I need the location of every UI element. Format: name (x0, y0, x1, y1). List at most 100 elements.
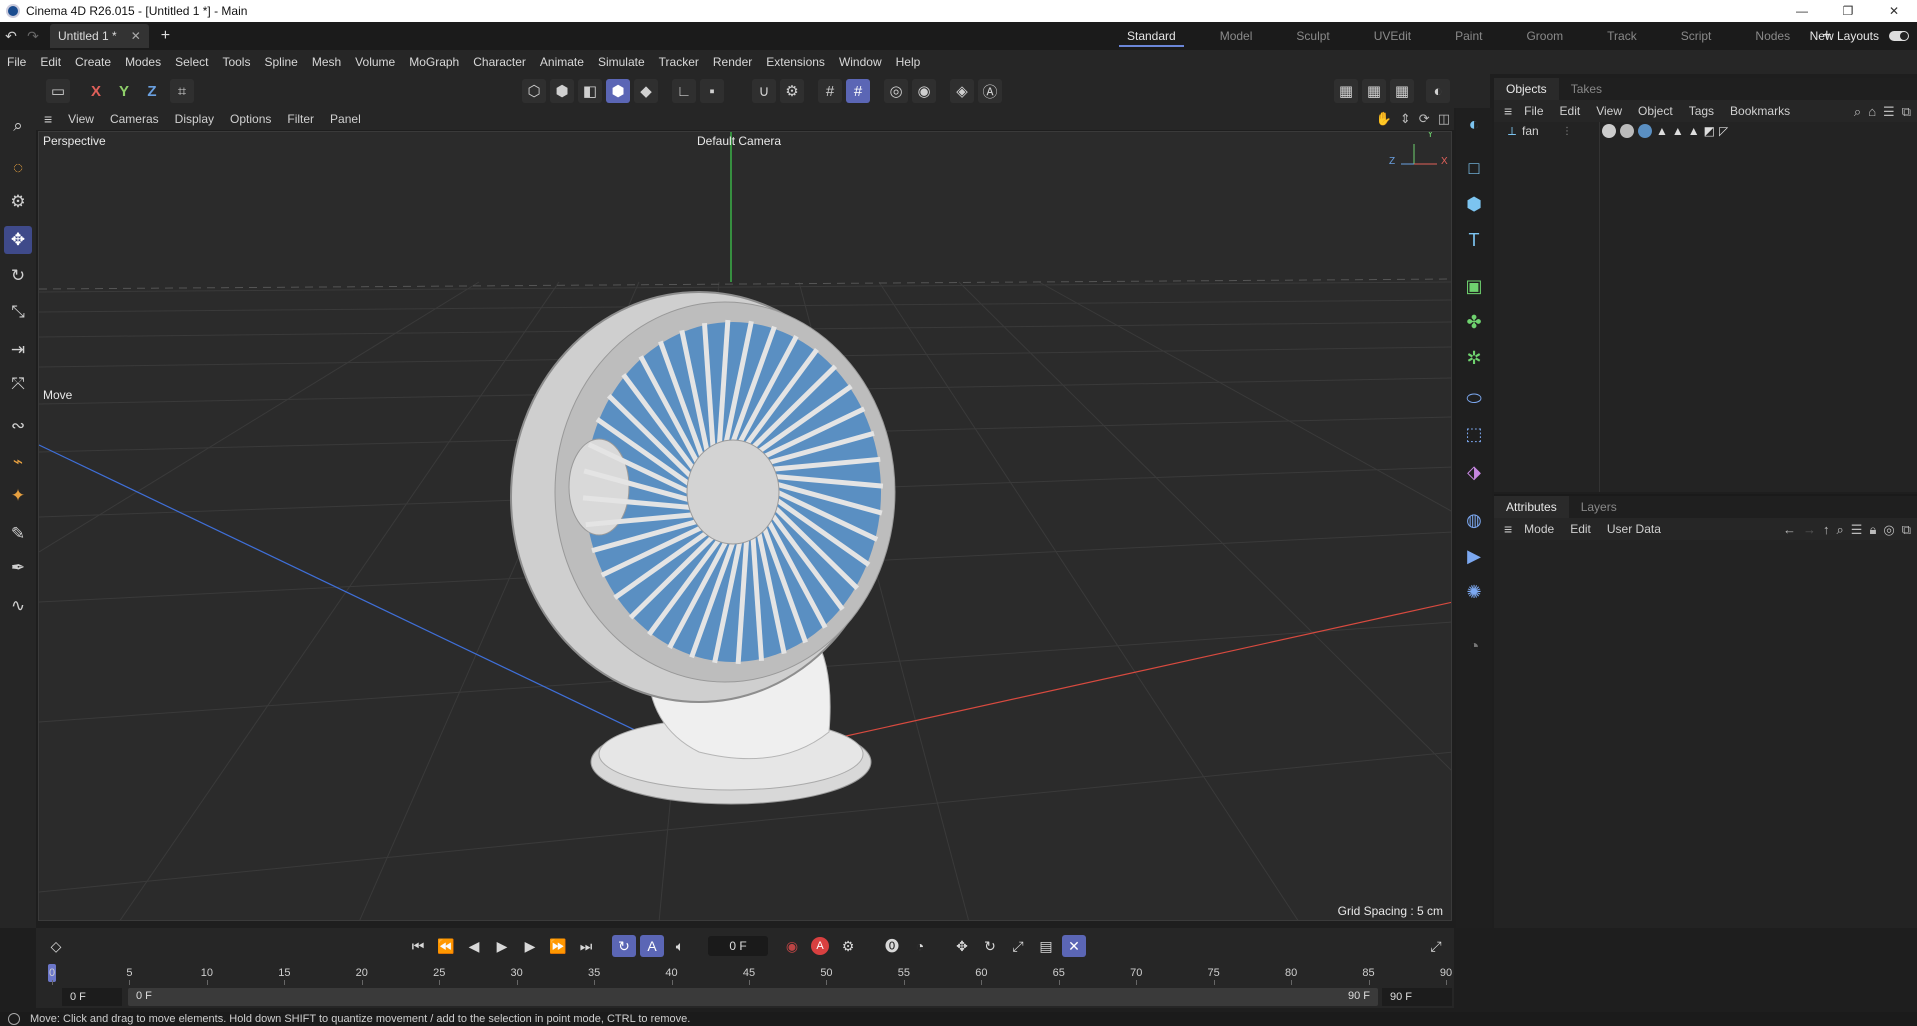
phong-tag-icon[interactable]: ▲ (1672, 124, 1684, 138)
keyframe-settings-icon[interactable]: ⚙ (836, 935, 860, 957)
generator-icon[interactable]: ⬗ (1460, 458, 1488, 486)
current-frame-field[interactable]: 0 F (708, 936, 768, 956)
key-position-icon[interactable]: ✥ (950, 935, 974, 957)
axis-mode-icon[interactable]: ∟ (672, 79, 696, 103)
phong-tag-icon[interactable]: ▲ (1688, 124, 1700, 138)
dolly-view-icon[interactable]: ⇕ (1400, 111, 1411, 127)
menu-select[interactable]: Select (168, 55, 215, 69)
field-icon[interactable]: ⬚ (1460, 420, 1488, 448)
view-layer-icon[interactable]: ◈ (950, 79, 974, 103)
lock-icon[interactable]: 🔒︎ (1869, 522, 1876, 538)
next-key-icon[interactable]: ⏩ (546, 935, 570, 957)
effector-icon[interactable]: ✲ (1460, 344, 1488, 372)
undo-icon[interactable]: ↶ (0, 25, 22, 47)
snap-icon[interactable]: ∪ (752, 79, 776, 103)
autokey-mode-icon[interactable]: A (640, 935, 664, 957)
layout-track[interactable]: Track (1585, 22, 1659, 50)
cloner-icon[interactable]: ✤ (1460, 308, 1488, 336)
phong-tag-icon[interactable]: ▲ (1656, 124, 1668, 138)
back-arrow-icon[interactable]: ← (1783, 522, 1796, 538)
menu-spline[interactable]: Spline (257, 55, 304, 69)
attribute-mode-icon[interactable]: Ⓐ (978, 79, 1002, 103)
layout-sculpt[interactable]: Sculpt (1274, 22, 1351, 50)
viewport-solo-icon[interactable]: ▭ (46, 79, 70, 103)
filter-icon[interactable]: ☰ (1851, 522, 1863, 538)
range-end-field[interactable]: 90 F (1382, 988, 1452, 1006)
menu-edit[interactable]: Edit (33, 55, 68, 69)
spline-tool-icon[interactable]: ∿ (4, 592, 32, 620)
timeline-ruler[interactable]: 0 5 10 15 20 25 30 35 40 45 50 55 60 65 70 75 80 85 90 (36, 964, 1454, 986)
viewport-camera-label[interactable]: Default Camera (697, 134, 781, 148)
attributes-menu-user-data[interactable]: User Data (1599, 522, 1669, 536)
tab-objects[interactable]: Objects (1494, 78, 1559, 100)
menu-character[interactable]: Character (466, 55, 533, 69)
menu-window[interactable]: Window (832, 55, 889, 69)
attributes-menu-edit[interactable]: Edit (1562, 522, 1599, 536)
menu-file[interactable]: File (0, 55, 33, 69)
key-scale-icon[interactable]: ⤢ (1006, 935, 1030, 957)
next-frame-icon[interactable]: ▶ (518, 935, 542, 957)
menu-volume[interactable]: Volume (348, 55, 402, 69)
material-tag-icon[interactable] (1620, 124, 1634, 138)
layout-groom[interactable]: Groom (1504, 22, 1585, 50)
move-tool-icon[interactable]: ✥ (4, 226, 32, 254)
redo-icon[interactable]: ↷ (22, 25, 44, 47)
home-icon[interactable]: ⌂ (1868, 104, 1876, 120)
pan-view-icon[interactable]: ✋ (1376, 111, 1392, 127)
viewport-menu-options[interactable]: Options (222, 112, 279, 126)
tab-layers[interactable]: Layers (1569, 496, 1629, 518)
selection-tool-icon[interactable]: ◌ (4, 154, 32, 182)
solo-icon[interactable]: ◎ (884, 79, 908, 103)
uvw-tag-icon[interactable]: ◩ (1704, 124, 1715, 138)
menu-simulate[interactable]: Simulate (591, 55, 652, 69)
menu-help[interactable]: Help (889, 55, 928, 69)
material-tag-icon[interactable] (1638, 124, 1652, 138)
previous-frame-icon[interactable]: ◀ (462, 935, 486, 957)
menu-render[interactable]: Render (706, 55, 759, 69)
column-divider[interactable] (1599, 122, 1600, 492)
viewport-menu-cameras[interactable]: Cameras (102, 112, 167, 126)
edit-render-settings-icon[interactable]: ▦ (1390, 79, 1414, 103)
tag-icon[interactable]: ◔ (1460, 632, 1488, 660)
menu-tracker[interactable]: Tracker (652, 55, 706, 69)
forward-arrow-icon[interactable]: → (1803, 522, 1816, 538)
speed-icon[interactable]: ◔ (908, 935, 932, 957)
menu-mograph[interactable]: MoGraph (402, 55, 466, 69)
viewport-hamburger-icon[interactable]: ≡ (36, 111, 60, 127)
timeline-graph-icon[interactable]: ⤢ (1424, 935, 1448, 957)
key-rotation-icon[interactable]: ↻ (978, 935, 1002, 957)
search-icon[interactable]: ⌕ (4, 112, 32, 140)
menu-create[interactable]: Create (68, 55, 118, 69)
tweak-tool-icon[interactable]: ⚙ (4, 188, 32, 216)
tab-takes[interactable]: Takes (1559, 78, 1614, 100)
layout-nodes[interactable]: Nodes (1733, 22, 1812, 50)
keyframe-icon[interactable]: ◇ (44, 935, 68, 957)
play-icon[interactable]: ▶ (490, 935, 514, 957)
camera-icon[interactable]: ▶ (1460, 542, 1488, 570)
scale-tool-icon[interactable]: ⤡ (4, 298, 32, 326)
light-icon[interactable]: ✺ (1460, 578, 1488, 606)
brush-tool-icon[interactable]: ✎ (4, 520, 32, 548)
layout-standard[interactable]: Standard (1105, 22, 1198, 50)
render-settings-icon[interactable]: ◉ (912, 79, 936, 103)
objects-menu-tags[interactable]: Tags (1681, 104, 1722, 118)
filter-icon[interactable]: ☰ (1883, 104, 1895, 120)
paint-selection-icon[interactable]: ⌁ (4, 448, 32, 476)
up-arrow-icon[interactable]: ↑ (1823, 522, 1830, 538)
object-row-fan[interactable]: ⟂ fan ⋮ ▲ ▲ ▲ ◩ ◸ (1494, 122, 1917, 140)
y-axis-lock-button[interactable]: Y (112, 79, 136, 103)
range-slider[interactable]: 0 F 90 F (128, 988, 1378, 1006)
coordinate-system-icon[interactable]: ⌗ (170, 79, 194, 103)
render-view-icon[interactable]: ▦ (1334, 79, 1358, 103)
loop-icon[interactable]: ↻ (612, 935, 636, 957)
points-mode-icon[interactable]: ⬡ (522, 79, 546, 103)
attributes-menu-mode[interactable]: Mode (1516, 522, 1562, 536)
key-filter-icon[interactable]: ⓿ (880, 935, 904, 957)
objects-menu-edit[interactable]: Edit (1552, 104, 1589, 118)
new-layouts-toggle[interactable] (1889, 31, 1909, 41)
objects-hamburger-icon[interactable]: ≡ (1504, 103, 1512, 119)
environment-icon[interactable]: ◍ (1460, 506, 1488, 534)
close-tab-icon[interactable]: ✕ (131, 29, 141, 43)
new-document-button[interactable]: + (161, 27, 170, 45)
go-to-end-icon[interactable]: ⏭ (574, 935, 598, 957)
